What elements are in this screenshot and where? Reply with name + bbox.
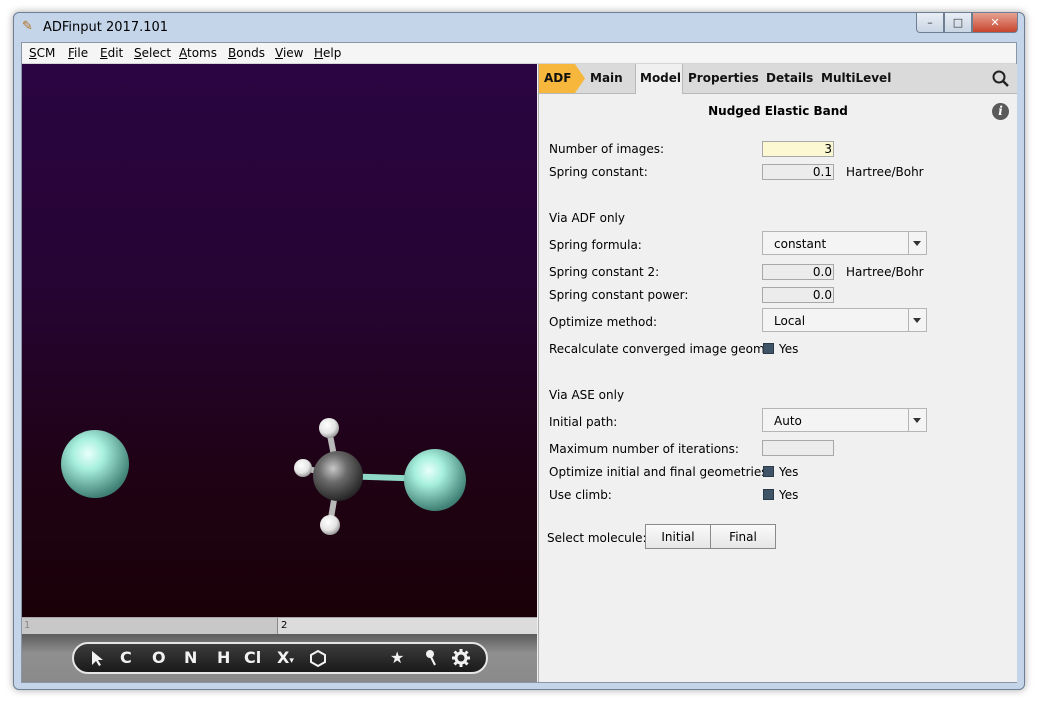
tab-adf-label: ADF [544, 71, 572, 85]
window-title: ADFinput 2017.101 [43, 20, 169, 35]
spring-constant-power-label: Spring constant power: [549, 288, 689, 302]
star-icon[interactable]: ★ [390, 648, 404, 667]
carbon-atom[interactable] [313, 451, 363, 501]
menu-select[interactable]: Select [134, 46, 171, 60]
max-iterations-label: Maximum number of iterations: [549, 442, 739, 456]
menu-atoms[interactable]: Atoms [179, 46, 217, 60]
use-climb-checkbox[interactable] [763, 489, 774, 500]
fluorine-atom-right[interactable] [404, 449, 466, 511]
num-images-label: Number of images: [549, 142, 665, 156]
app-window: ✎ ADFinput 2017.101 – □ ✕ SCM File Edit … [13, 12, 1025, 690]
molecule-viewport[interactable] [22, 64, 537, 617]
ring-icon[interactable] [310, 650, 326, 667]
chevron-down-icon[interactable] [908, 309, 926, 331]
optimize-initial-label: Optimize initial and final geometries: [549, 465, 772, 479]
fluorine-atom-left[interactable] [61, 430, 129, 498]
recalculate-checkbox[interactable] [763, 343, 774, 354]
image-slider[interactable]: 1 2 [22, 617, 537, 634]
gear-icon[interactable] [452, 649, 470, 667]
optimize-method-select[interactable]: Local [762, 308, 927, 332]
num-images-input[interactable]: 3 [762, 141, 834, 157]
recalculate-yes: Yes [779, 342, 799, 356]
tool-nitrogen[interactable]: N [184, 648, 197, 667]
select-arrow-icon[interactable] [90, 650, 104, 666]
spring-constant-input[interactable]: 0.1 [762, 164, 834, 180]
use-climb-yes: Yes [779, 488, 799, 502]
menu-bar: SCM File Edit Select Atoms Bonds View He… [22, 43, 1016, 64]
tab-multilevel[interactable]: MultiLevel [821, 71, 891, 85]
spring-constant-power-input[interactable]: 0.0 [762, 287, 834, 303]
menu-edit[interactable]: Edit [100, 46, 123, 60]
optimize-initial-checkbox[interactable] [763, 466, 774, 477]
via-adf-heading: Via ADF only [549, 211, 625, 225]
menu-bonds[interactable]: Bonds [228, 46, 265, 60]
use-climb-label: Use climb: [549, 488, 612, 502]
tool-carbon[interactable]: C [120, 648, 132, 667]
close-button[interactable]: ✕ [972, 13, 1018, 33]
optimize-method-label: Optimize method: [549, 315, 658, 329]
spring-constant-label: Spring constant: [549, 165, 648, 179]
tool-chlorine[interactable]: Cl [244, 648, 261, 667]
recalculate-label: Recalculate converged image geome [549, 342, 773, 356]
menu-file[interactable]: File [68, 46, 88, 60]
slider-label-2: 2 [281, 620, 288, 631]
panel-title: Nudged Elastic Band [708, 104, 848, 118]
tab-bar: ADF Main Model Properties Details MultiL… [539, 64, 1017, 94]
pin-icon[interactable] [424, 649, 438, 667]
atom-toolbar-area: C O N H Cl X▾ ★ [22, 634, 537, 682]
spring-constant2-input[interactable]: 0.0 [762, 264, 834, 280]
tool-oxygen[interactable]: O [152, 648, 166, 667]
tool-other-element[interactable]: X▾ [277, 648, 294, 667]
adf-app-icon: ✎ [22, 19, 33, 34]
chevron-down-icon[interactable] [908, 232, 926, 254]
chevron-down-icon[interactable] [908, 409, 926, 431]
initial-path-select[interactable]: Auto [762, 408, 927, 432]
tab-main[interactable]: Main [590, 71, 623, 85]
spring-constant2-unit: Hartree/Bohr [846, 265, 924, 279]
info-icon[interactable]: i [992, 103, 1009, 120]
menu-scm[interactable]: SCM [29, 46, 55, 60]
hydrogen-atom-top[interactable] [319, 418, 339, 438]
maximize-button[interactable]: □ [944, 13, 972, 33]
tab-properties[interactable]: Properties [688, 71, 759, 85]
optimize-method-value: Local [774, 314, 806, 328]
spring-formula-value: constant [774, 237, 827, 251]
tab-details[interactable]: Details [766, 71, 813, 85]
molecule-drawing [61, 418, 466, 535]
spring-constant-unit: Hartree/Bohr [846, 165, 924, 179]
max-iterations-input[interactable] [762, 440, 834, 456]
menu-help[interactable]: Help [314, 46, 341, 60]
spring-formula-select[interactable]: constant [762, 231, 927, 255]
spring-constant2-label: Spring constant 2: [549, 265, 660, 279]
initial-path-value: Auto [774, 414, 802, 428]
optimize-initial-yes: Yes [779, 465, 799, 479]
initial-button[interactable]: Initial [645, 524, 711, 549]
hydrogen-atom-bottom[interactable] [320, 515, 340, 535]
tool-hydrogen[interactable]: H [217, 648, 230, 667]
minimize-button[interactable]: – [916, 13, 944, 33]
spring-formula-label: Spring formula: [549, 238, 642, 252]
menu-view[interactable]: View [275, 46, 303, 60]
final-button[interactable]: Final [710, 524, 776, 549]
title-bar[interactable]: ✎ ADFinput 2017.101 – □ ✕ [14, 13, 1024, 43]
settings-panel: ADF Main Model Properties Details MultiL… [538, 64, 1017, 682]
search-icon[interactable] [991, 69, 1011, 89]
slider-label-1: 1 [24, 620, 31, 631]
select-molecule-label: Select molecule: [547, 531, 647, 545]
client-area: SCM File Edit Select Atoms Bonds View He… [21, 42, 1017, 683]
initial-path-label: Initial path: [549, 415, 618, 429]
via-ase-heading: Via ASE only [549, 388, 625, 402]
slider-segment-1[interactable]: 1 [22, 618, 278, 634]
tab-model[interactable]: Model [640, 71, 681, 85]
hydrogen-atom-left[interactable] [294, 459, 312, 477]
atom-toolbar: C O N H Cl X▾ ★ [72, 642, 488, 674]
